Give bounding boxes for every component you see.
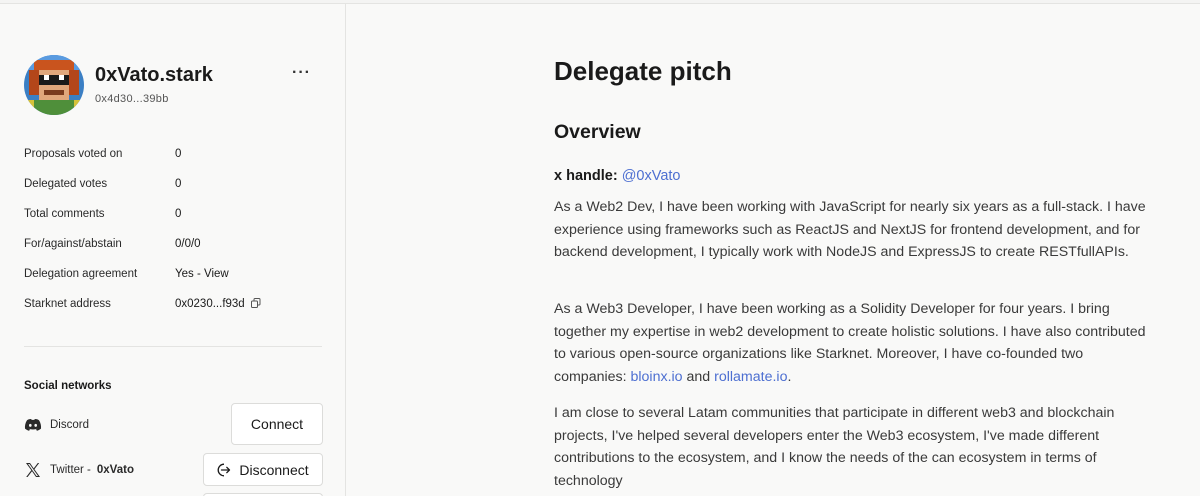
stat-label: Starknet address [24, 298, 111, 310]
pitch-paragraph: As a Web3 Developer, I have been working… [554, 298, 1154, 388]
avatar [24, 55, 84, 115]
stat-value: 0x0230...f93d [175, 298, 261, 311]
twitter-disconnect-button[interactable]: Disconnect [203, 453, 323, 486]
divider [24, 346, 322, 347]
delegate-sidebar: 0xVato.stark 0x4d30...39bb ··· Proposals… [0, 4, 346, 496]
stat-row-proposals-voted: Proposals voted on 0 [24, 144, 324, 174]
pitch-paragraph: As a Web2 Dev, I have been working with … [554, 199, 1146, 261]
disconnect-label: Disconnect [239, 461, 309, 478]
x-handle-link[interactable]: @0xVato [622, 168, 681, 184]
bloinx-link[interactable]: bloinx.io [631, 369, 683, 385]
stat-row-delegated-votes: Delegated votes 0 [24, 174, 324, 204]
stat-value: 0 [175, 148, 182, 160]
discord-label: Discord [50, 419, 89, 431]
section-heading-overview: Overview [554, 121, 641, 143]
stat-label: Delegation agreement [24, 268, 138, 280]
page-title: Delegate pitch [554, 56, 732, 86]
starknet-address-value: 0x0230...f93d [175, 298, 245, 310]
rollamate-link[interactable]: rollamate.io [714, 369, 787, 385]
stat-row-starknet-address: Starknet address 0x0230...f93d [24, 294, 324, 324]
stat-label: For/against/abstain [24, 238, 122, 250]
stat-row-for-against-abstain: For/against/abstain 0/0/0 [24, 234, 324, 264]
logout-icon [217, 463, 231, 476]
pitch-paragraph: I am close to several Latam communities … [554, 405, 1115, 489]
x-twitter-icon [24, 461, 42, 479]
discord-icon [24, 416, 42, 434]
x-handle-line: x handle: @0xVato [554, 168, 680, 184]
stat-value: Yes - View [175, 268, 229, 280]
stat-value: 0 [175, 208, 182, 220]
more-options-button[interactable]: ··· [292, 64, 311, 82]
pitch-text: . [787, 368, 792, 385]
delegate-stats: Proposals voted on 0 Delegated votes 0 T… [24, 144, 324, 324]
pitch-text: and [682, 368, 715, 385]
stat-row-total-comments: Total comments 0 [24, 204, 324, 234]
stat-value: 0/0/0 [175, 238, 201, 250]
stat-row-delegation-agreement: Delegation agreement Yes - View [24, 264, 324, 294]
stat-label: Total comments [24, 208, 105, 220]
x-handle-label: x handle: [554, 168, 618, 184]
view-agreement-link[interactable]: View [204, 268, 229, 280]
delegation-agreement-status: Yes - [175, 268, 204, 280]
social-row-twitter: Twitter - 0xVato [24, 461, 134, 479]
copy-icon[interactable] [250, 298, 261, 311]
social-row-discord: Discord [24, 416, 89, 434]
stat-value: 0 [175, 178, 182, 190]
profile-name: 0xVato.stark [95, 64, 213, 86]
twitter-label: Twitter - [50, 464, 91, 476]
stat-label: Delegated votes [24, 178, 108, 190]
twitter-handle: 0xVato [96, 464, 134, 476]
pixel-avatar-icon [24, 55, 84, 115]
discord-connect-button[interactable]: Connect [231, 403, 323, 445]
social-networks-heading: Social networks [24, 380, 112, 392]
profile-address: 0x4d30...39bb [95, 93, 169, 105]
stat-label: Proposals voted on [24, 148, 123, 160]
